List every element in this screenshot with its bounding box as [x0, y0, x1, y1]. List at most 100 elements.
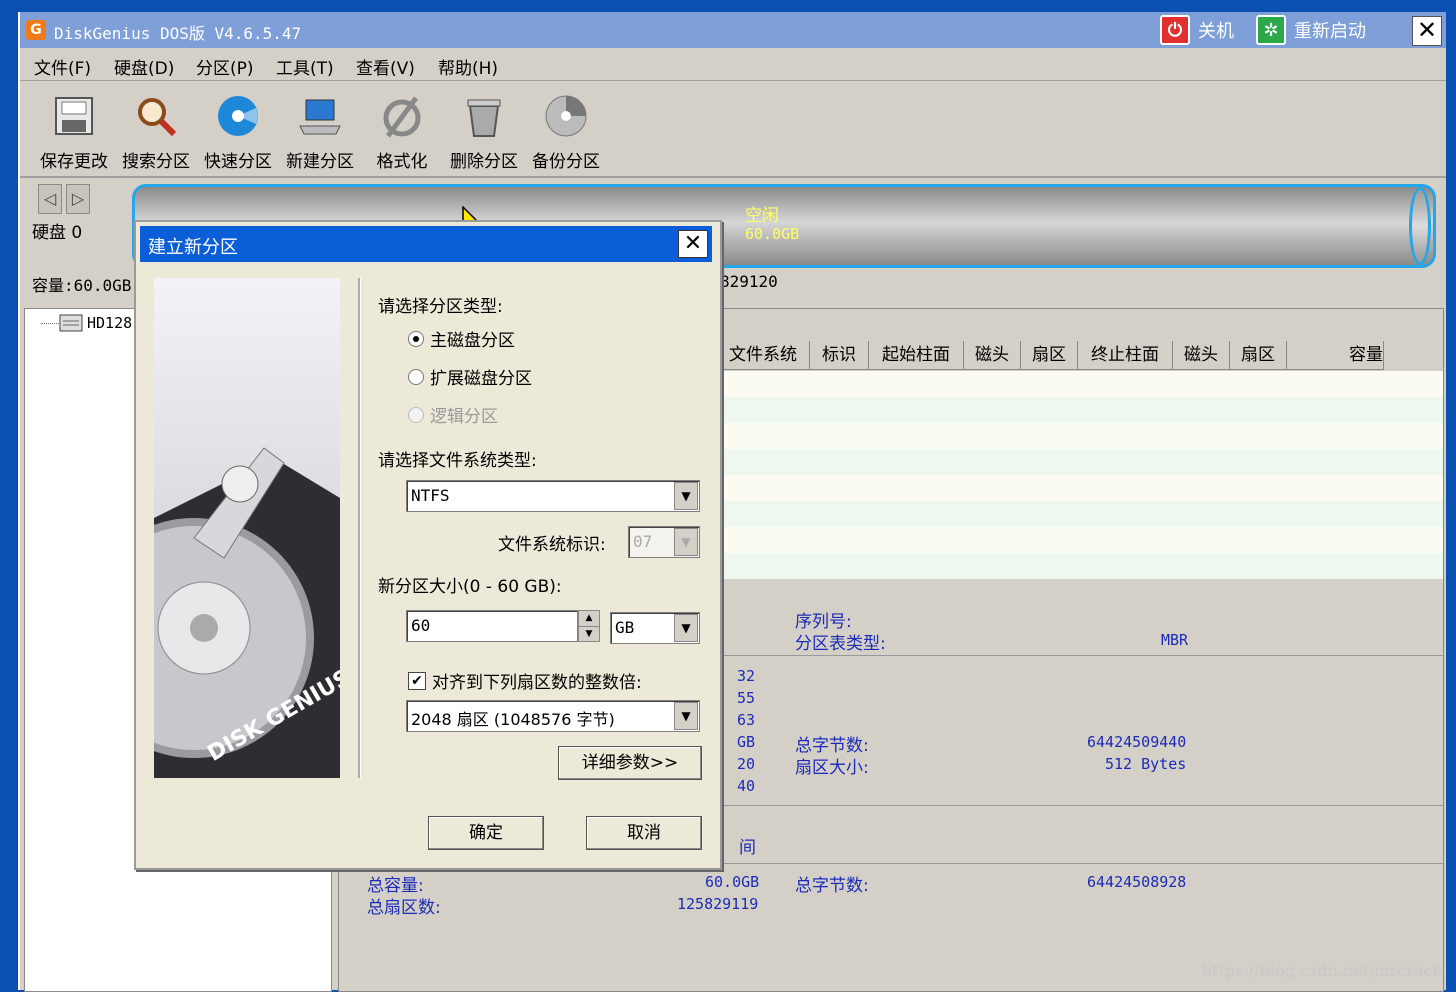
- shutdown-label: 关机: [1198, 21, 1234, 42]
- sector-size-value: 512 Bytes: [1105, 755, 1187, 773]
- ptable-label: 分区表类型:: [795, 634, 886, 654]
- format-button[interactable]: 格式化: [362, 94, 442, 172]
- disk-capacity: 容量:60.0GB: [32, 276, 132, 295]
- disk-label: 硬盘 0: [32, 223, 83, 243]
- spin-down-icon[interactable]: ▼: [579, 627, 599, 641]
- col-end-cylinder[interactable]: 终止柱面: [1078, 341, 1173, 370]
- menu-view[interactable]: 查看(V): [356, 54, 415, 79]
- logical-partition-label: 逻辑分区: [430, 407, 498, 427]
- free-size: 60.0GB: [745, 225, 800, 243]
- save-changes-button[interactable]: 保存更改: [34, 94, 114, 172]
- partition-type-label: 请选择分区类型:: [378, 297, 503, 317]
- size-spinner[interactable]: ▲ ▼: [578, 610, 600, 642]
- radio-logical-partition: 逻辑分区: [408, 402, 498, 427]
- new-partition-button[interactable]: 新建分区: [280, 94, 360, 172]
- total-bytes2-label: 总字节数:: [795, 876, 869, 896]
- toolbar: 保存更改 搜索分区 快速分区 新建分区 格式化 删除分区 备份分区: [20, 84, 1446, 178]
- backup-partition-label: 备份分区: [532, 152, 600, 172]
- power-icon: ⏻: [1160, 15, 1190, 45]
- restart-label: 重新启动: [1294, 21, 1366, 42]
- dropdown-arrow-icon: ▼: [674, 528, 698, 556]
- menu-help[interactable]: 帮助(H): [438, 54, 498, 79]
- laptop-icon: [299, 99, 341, 135]
- col-filesystem[interactable]: 文件系统: [717, 341, 810, 370]
- restart-button[interactable]: ✲ 重新启动: [1256, 15, 1366, 45]
- total-capacity-value: 60.0GB: [705, 873, 760, 891]
- alignment-value: 2048 扇区 (1048576 字节): [411, 710, 615, 729]
- dialog-title: 建立新分区: [148, 237, 238, 258]
- align-checkbox[interactable]: ✔ 对齐到下列扇区数的整数倍:: [408, 668, 642, 693]
- partial-value-1: 32: [737, 667, 756, 685]
- total-sectors-value: 125829119: [677, 895, 759, 913]
- dropdown-arrow-icon: ▼: [674, 702, 698, 730]
- filesystem-id-select: 07 ▼: [628, 526, 700, 558]
- disk-genius-illustration: DISK GENIUS: [154, 278, 340, 778]
- menu-bar: 文件(F) 硬盘(D) 分区(P) 工具(T) 查看(V) 帮助(H): [20, 50, 1446, 81]
- checkmark-icon: ✔: [408, 671, 426, 690]
- radio-unselected-icon: [408, 368, 424, 385]
- save-icon: [55, 97, 93, 135]
- backup-partition-button[interactable]: 备份分区: [526, 94, 606, 172]
- menu-file[interactable]: 文件(F): [34, 54, 91, 79]
- col-start-cylinder[interactable]: 起始柱面: [869, 341, 964, 370]
- filesystem-id-label: 文件系统标识:: [498, 535, 606, 555]
- col-start-head[interactable]: 磁头: [964, 341, 1021, 370]
- dialog-title-bar: 建立新分区 ✕: [140, 226, 712, 262]
- radio-selected-icon: [408, 330, 424, 347]
- filesystem-value: NTFS: [411, 486, 450, 505]
- trash-icon: [467, 99, 501, 137]
- tree-connector: [41, 323, 59, 324]
- tree-item-hd[interactable]: HD128:: [59, 313, 141, 333]
- hard-drive-image: DISK GENIUS: [154, 447, 340, 778]
- menu-disk[interactable]: 硬盘(D): [114, 54, 174, 79]
- quick-partition-button[interactable]: 快速分区: [198, 94, 278, 172]
- bar-end-cap: [1409, 187, 1431, 265]
- free-space-text: 空闲 60.0GB: [745, 207, 799, 243]
- filesystem-type-label: 请选择文件系统类型:: [378, 451, 537, 471]
- size-unit-value: GB: [615, 618, 635, 637]
- partition-size-value: 60: [411, 616, 431, 635]
- menu-tools[interactable]: 工具(T): [276, 54, 334, 79]
- hard-disk-icon: [59, 314, 83, 332]
- sector-size-label: 扇区大小:: [795, 758, 869, 778]
- radio-extended-partition[interactable]: 扩展磁盘分区: [408, 364, 532, 389]
- dialog-separator: [358, 278, 361, 778]
- total-sectors-label: 总扇区数:: [367, 898, 441, 918]
- cancel-button[interactable]: 取消: [586, 816, 702, 850]
- menu-partition[interactable]: 分区(P): [196, 54, 254, 79]
- format-icon: [383, 96, 421, 138]
- partial-value-3: 63: [737, 711, 756, 729]
- partition-size-label: 新分区大小(0 - 60 GB):: [378, 577, 562, 597]
- total-bytes2-value: 64424508928: [1087, 873, 1187, 891]
- spin-up-icon[interactable]: ▲: [579, 611, 599, 627]
- partition-size-input[interactable]: 60: [406, 610, 578, 642]
- detail-params-button[interactable]: 详细参数>>: [558, 746, 702, 780]
- prev-disk-button[interactable]: ◁: [38, 184, 62, 214]
- dropdown-arrow-icon: ▼: [674, 614, 698, 642]
- col-end-head[interactable]: 磁头: [1173, 341, 1230, 370]
- free-label: 空闲: [745, 206, 779, 226]
- next-disk-button[interactable]: ▷: [66, 184, 90, 214]
- delete-partition-button[interactable]: 删除分区: [444, 94, 524, 172]
- title-bar: G DiskGenius DOS版 V4.6.5.47 ⏻ 关机 ✲ 重新启动 …: [20, 12, 1446, 48]
- col-capacity[interactable]: 容量: [1287, 341, 1384, 370]
- col-end-sector[interactable]: 扇区: [1230, 341, 1287, 370]
- watermark: https://blog.csdn.net/mrcrack: [1201, 961, 1442, 980]
- alignment-select[interactable]: 2048 扇区 (1048576 字节) ▼: [406, 700, 700, 732]
- radio-disabled-icon: [408, 406, 424, 423]
- col-start-sector[interactable]: 扇区: [1021, 341, 1078, 370]
- dialog-close-button[interactable]: ✕: [678, 230, 708, 258]
- filesystem-select[interactable]: NTFS ▼: [406, 480, 700, 512]
- dropdown-arrow-icon: ▼: [674, 482, 698, 510]
- primary-partition-label: 主磁盘分区: [430, 331, 515, 351]
- search-partition-button[interactable]: 搜索分区: [116, 94, 196, 172]
- window-close-button[interactable]: ✕: [1412, 16, 1442, 46]
- filesystem-id-value: 07: [633, 532, 653, 551]
- partial-value-6: 40: [737, 777, 756, 795]
- size-unit-select[interactable]: GB ▼: [610, 612, 700, 644]
- ok-button[interactable]: 确定: [428, 816, 544, 850]
- backup-disc-icon: [545, 95, 587, 137]
- radio-primary-partition[interactable]: 主磁盘分区: [408, 326, 515, 351]
- col-id[interactable]: 标识: [810, 341, 869, 370]
- shutdown-button[interactable]: ⏻ 关机: [1160, 15, 1234, 45]
